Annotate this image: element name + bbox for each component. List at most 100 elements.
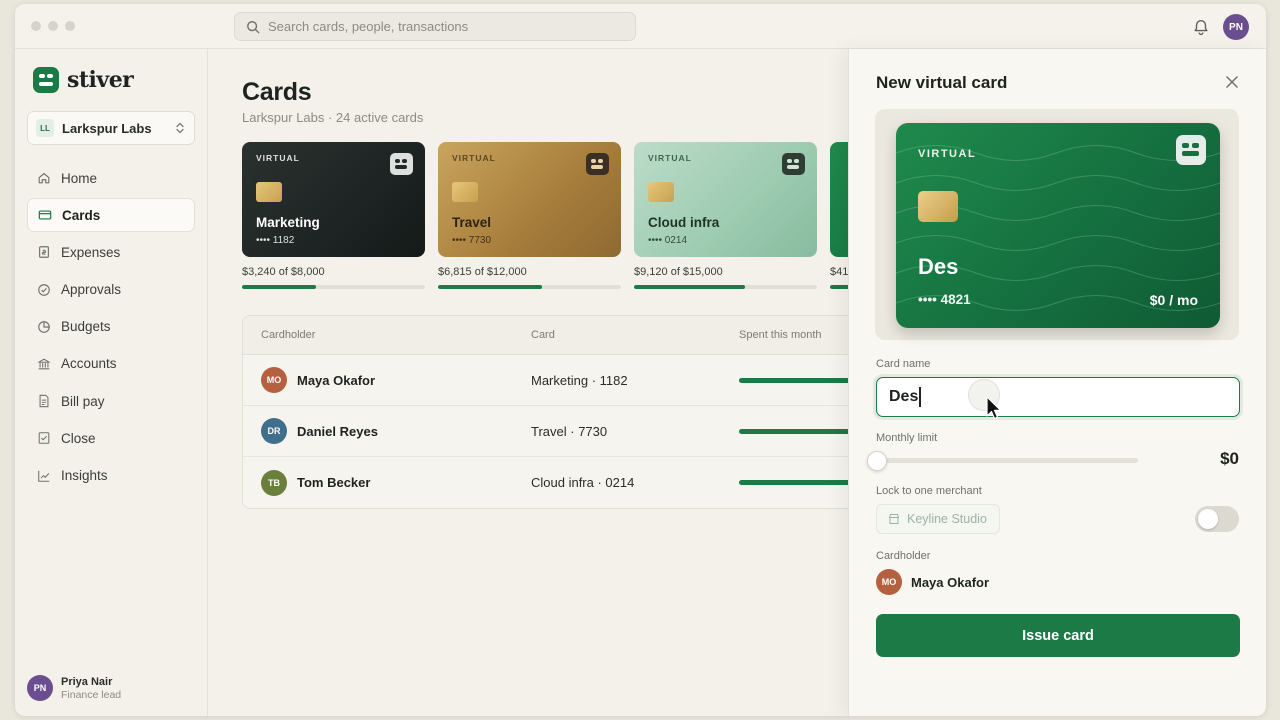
column-header-card[interactable]: Card bbox=[511, 329, 739, 341]
page-title: Cards bbox=[242, 78, 312, 106]
card-tile-partial[interactable]: $41 bbox=[830, 142, 848, 289]
checklist-icon bbox=[38, 432, 50, 445]
column-header-spent[interactable]: Spent this month bbox=[739, 329, 848, 341]
org-badge: LL bbox=[36, 119, 54, 137]
brand-name: stiver bbox=[67, 67, 134, 93]
sidebar-item-home[interactable]: Home bbox=[27, 161, 195, 195]
card-preview-limit: $0 / mo bbox=[1149, 292, 1198, 308]
maximize-window-button[interactable] bbox=[65, 21, 75, 31]
card-spend: $41 bbox=[830, 266, 848, 278]
issue-card-button[interactable]: Issue card bbox=[876, 614, 1240, 657]
card-name-label: Card name bbox=[876, 358, 931, 370]
main-content: Cards Larkspur Labs · 24 active cards VI… bbox=[209, 49, 848, 716]
user-avatar[interactable]: PN bbox=[1223, 14, 1249, 40]
merchant-select[interactable]: Keyline Studio bbox=[876, 504, 1000, 534]
monthly-limit-slider[interactable] bbox=[867, 451, 1138, 471]
card-logo-icon bbox=[586, 153, 609, 175]
card-name-value: Des bbox=[889, 388, 919, 405]
sidebar-item-budgets[interactable]: Budgets bbox=[27, 310, 195, 344]
chevron-updown-icon bbox=[176, 122, 184, 134]
sidebar-item-label: Budgets bbox=[61, 319, 111, 335]
spend-bar bbox=[739, 480, 848, 485]
current-user[interactable]: PN Priya Nair Finance lead bbox=[27, 675, 121, 701]
card-number: •••• 7730 bbox=[452, 235, 492, 246]
column-header-cardholder[interactable]: Cardholder bbox=[243, 329, 511, 341]
card-tile-travel[interactable]: VIRTUAL Travel •••• 7730 $6,815 of $12,0… bbox=[438, 142, 621, 289]
lock-merchant-toggle[interactable] bbox=[1195, 506, 1239, 532]
card-icon bbox=[38, 210, 52, 220]
monthly-limit-label: Monthly limit bbox=[876, 432, 938, 444]
card-name: Travel bbox=[452, 215, 492, 230]
spend-progress bbox=[438, 285, 621, 289]
logo-mark-icon bbox=[33, 67, 59, 93]
sidebar: stiver LL Larkspur Labs Home Cards Expen… bbox=[15, 49, 208, 716]
sidebar-item-label: Bill pay bbox=[61, 393, 105, 409]
table-header: Cardholder Card Spent this month bbox=[243, 316, 848, 355]
sidebar-item-bill-pay[interactable]: Bill pay bbox=[27, 384, 195, 418]
spend-progress bbox=[242, 285, 425, 289]
page-subtitle: Larkspur Labs · 24 active cards bbox=[242, 110, 424, 125]
card-name: Marketing bbox=[256, 215, 320, 230]
card-name: Cloud infra bbox=[648, 215, 720, 230]
card-visual: VIRTUAL Cloud infra •••• 0214 bbox=[634, 142, 817, 257]
spend-bar bbox=[739, 377, 848, 383]
card-type: VIRTUAL bbox=[648, 153, 692, 163]
sidebar-item-approvals[interactable]: Approvals bbox=[27, 273, 195, 307]
avatar: DR bbox=[261, 418, 287, 444]
card-tile-cloud-infra[interactable]: VIRTUAL Cloud infra •••• 0214 $9,120 of … bbox=[634, 142, 817, 289]
user-name: Priya Nair bbox=[61, 675, 113, 688]
card-chip-icon bbox=[648, 182, 674, 202]
slider-track bbox=[876, 458, 1138, 463]
card-logo-icon bbox=[782, 153, 805, 175]
sidebar-item-label: Insights bbox=[61, 468, 108, 483]
minimize-window-button[interactable] bbox=[48, 21, 58, 31]
card-chip-icon bbox=[256, 182, 282, 202]
slider-handle[interactable] bbox=[867, 451, 887, 471]
sidebar-item-cards[interactable]: Cards bbox=[27, 198, 195, 233]
receipt-icon bbox=[39, 246, 49, 259]
global-search-input[interactable]: Search cards, people, transactions bbox=[234, 12, 636, 41]
card-label: Cloud infra · 0214 bbox=[531, 475, 635, 490]
table-row[interactable]: TB Tom Becker Cloud infra · 0214 bbox=[243, 457, 848, 508]
home-icon bbox=[38, 173, 50, 184]
table-row[interactable]: DR Daniel Reyes Travel · 7730 bbox=[243, 406, 848, 457]
bank-icon bbox=[38, 358, 50, 370]
brand-logo[interactable]: stiver bbox=[33, 67, 134, 93]
merchant-name: Keyline Studio bbox=[907, 512, 987, 526]
spend-progress bbox=[634, 285, 817, 289]
card-name-input[interactable]: Des bbox=[876, 377, 1240, 417]
user-role: Finance lead bbox=[61, 688, 122, 701]
card-type: VIRTUAL bbox=[918, 148, 977, 160]
sidebar-item-label: Accounts bbox=[61, 356, 117, 372]
close-window-button[interactable] bbox=[31, 21, 41, 31]
sidebar-item-accounts[interactable]: Accounts bbox=[27, 347, 195, 381]
sidebar-item-insights[interactable]: Insights bbox=[27, 459, 195, 493]
cardholder-select[interactable]: MO Maya Okafor bbox=[876, 569, 989, 595]
app-window: Search cards, people, transactions PN st… bbox=[15, 4, 1266, 716]
spend-bar bbox=[739, 428, 848, 434]
card-logo-icon bbox=[1176, 135, 1206, 165]
sidebar-item-expenses[interactable]: Expenses bbox=[27, 235, 195, 269]
table-row[interactable]: MO Maya Okafor Marketing · 1182 bbox=[243, 355, 848, 406]
org-name: Larkspur Labs bbox=[62, 120, 152, 136]
org-switcher[interactable]: LL Larkspur Labs bbox=[27, 111, 195, 145]
card-visual: VIRTUAL Travel •••• 7730 bbox=[438, 142, 621, 257]
sidebar-item-close[interactable]: Close bbox=[27, 421, 195, 455]
lock-merchant-label: Lock to one merchant bbox=[876, 485, 982, 497]
bill-icon bbox=[39, 394, 49, 408]
window-controls bbox=[31, 21, 75, 31]
check-circle-icon bbox=[38, 283, 50, 296]
title-bar: Search cards, people, transactions PN bbox=[15, 4, 1266, 49]
card-tile-marketing[interactable]: VIRTUAL Marketing •••• 1182 $3,240 of $8… bbox=[242, 142, 425, 289]
bell-icon[interactable] bbox=[1192, 18, 1210, 36]
card-preview: VIRTUAL Des •••• 4821 $0 / mo bbox=[875, 109, 1239, 340]
cards-carousel: VIRTUAL Marketing •••• 1182 $3,240 of $8… bbox=[242, 142, 848, 289]
text-caret bbox=[919, 387, 921, 407]
search-placeholder: Search cards, people, transactions bbox=[268, 19, 469, 34]
close-icon[interactable] bbox=[1225, 75, 1239, 89]
cardholder-name: Maya Okafor bbox=[911, 574, 990, 590]
card-type: VIRTUAL bbox=[256, 153, 300, 163]
sidebar-item-label: Approvals bbox=[61, 282, 122, 298]
card-spend: $6,815 of $12,000 bbox=[438, 266, 527, 278]
card-label: Marketing · 1182 bbox=[531, 372, 628, 388]
